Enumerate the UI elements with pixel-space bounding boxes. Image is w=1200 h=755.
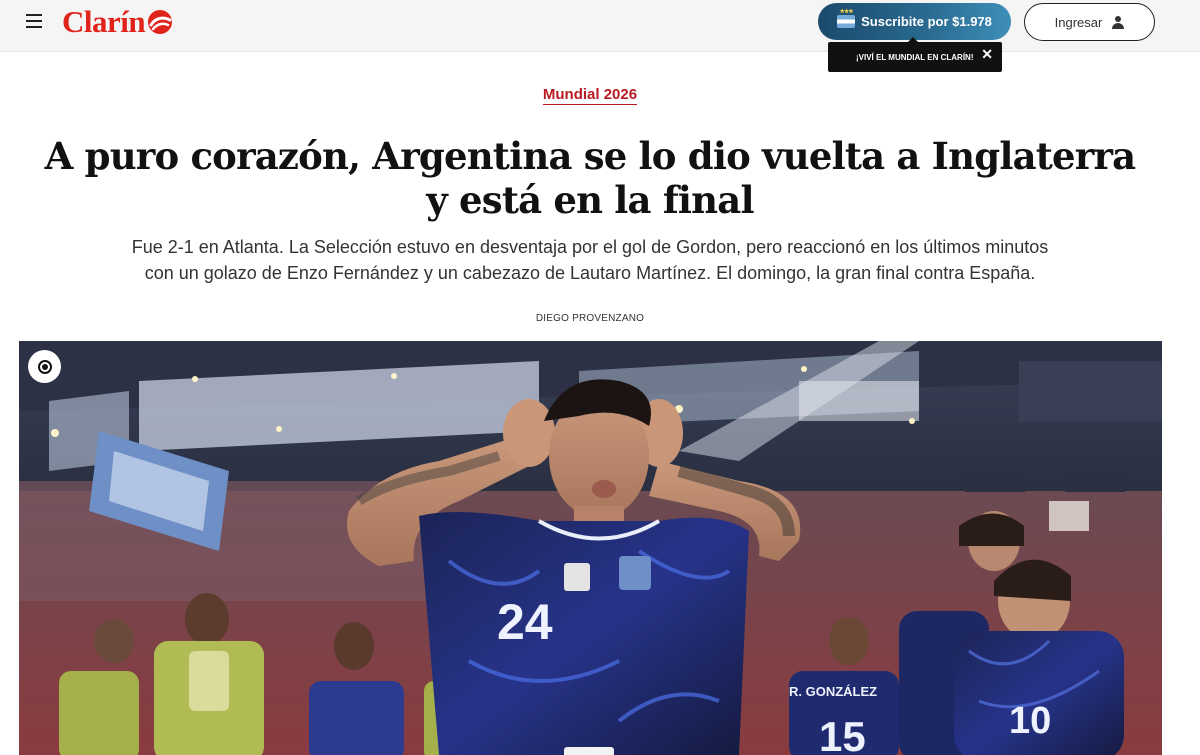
lead-photo: 24 10 15 R. GONZÁLEZ bbox=[19, 341, 1162, 755]
tooltip-text: ¡VIVÍ EL MUNDIAL EN CLARÍN! bbox=[856, 52, 974, 62]
photo-caption-tab[interactable] bbox=[564, 747, 614, 755]
site-logo[interactable]: Clarín bbox=[62, 2, 174, 42]
player-number-text: 24 bbox=[497, 594, 553, 650]
site-header: Clarín ★★★ Suscribite por $1.978 Ingresa… bbox=[0, 0, 1200, 52]
hamburger-menu-icon[interactable] bbox=[24, 11, 46, 31]
login-button[interactable]: Ingresar bbox=[1024, 3, 1155, 41]
subscribe-label: Suscribite por $1.978 bbox=[861, 14, 992, 29]
section-link-mundial[interactable]: Mundial 2026 bbox=[542, 86, 638, 105]
target-icon bbox=[37, 359, 52, 374]
photo-focus-button[interactable] bbox=[28, 350, 61, 383]
mid-player-name-text: R. GONZÁLEZ bbox=[789, 684, 877, 699]
close-icon[interactable]: ✕ bbox=[981, 47, 993, 61]
article-summary: Fue 2-1 en Atlanta. La Selección estuvo … bbox=[131, 237, 1049, 283]
logo-wordmark: Clarín bbox=[62, 4, 146, 39]
logo-swoosh-icon bbox=[148, 10, 173, 34]
argentina-flag-icon: ★★★ bbox=[837, 9, 856, 28]
mid-player-number-text: 15 bbox=[819, 713, 866, 755]
article-headline: A puro corazón, Argentina se lo dio vuel… bbox=[44, 134, 1137, 222]
right-player-number-text: 10 bbox=[1009, 700, 1051, 742]
article-byline[interactable]: DIEGO PROVENZANO bbox=[0, 313, 1180, 324]
user-icon bbox=[1112, 15, 1125, 29]
section-tag: Mundial 2026 bbox=[0, 86, 1180, 105]
promo-tooltip: ¡VIVÍ EL MUNDIAL EN CLARÍN! ✕ bbox=[828, 37, 1002, 72]
photo-illustration: 24 10 15 R. GONZÁLEZ bbox=[19, 341, 1162, 755]
login-label: Ingresar bbox=[1054, 14, 1103, 30]
subscribe-button[interactable]: ★★★ Suscribite por $1.978 bbox=[818, 3, 1011, 40]
